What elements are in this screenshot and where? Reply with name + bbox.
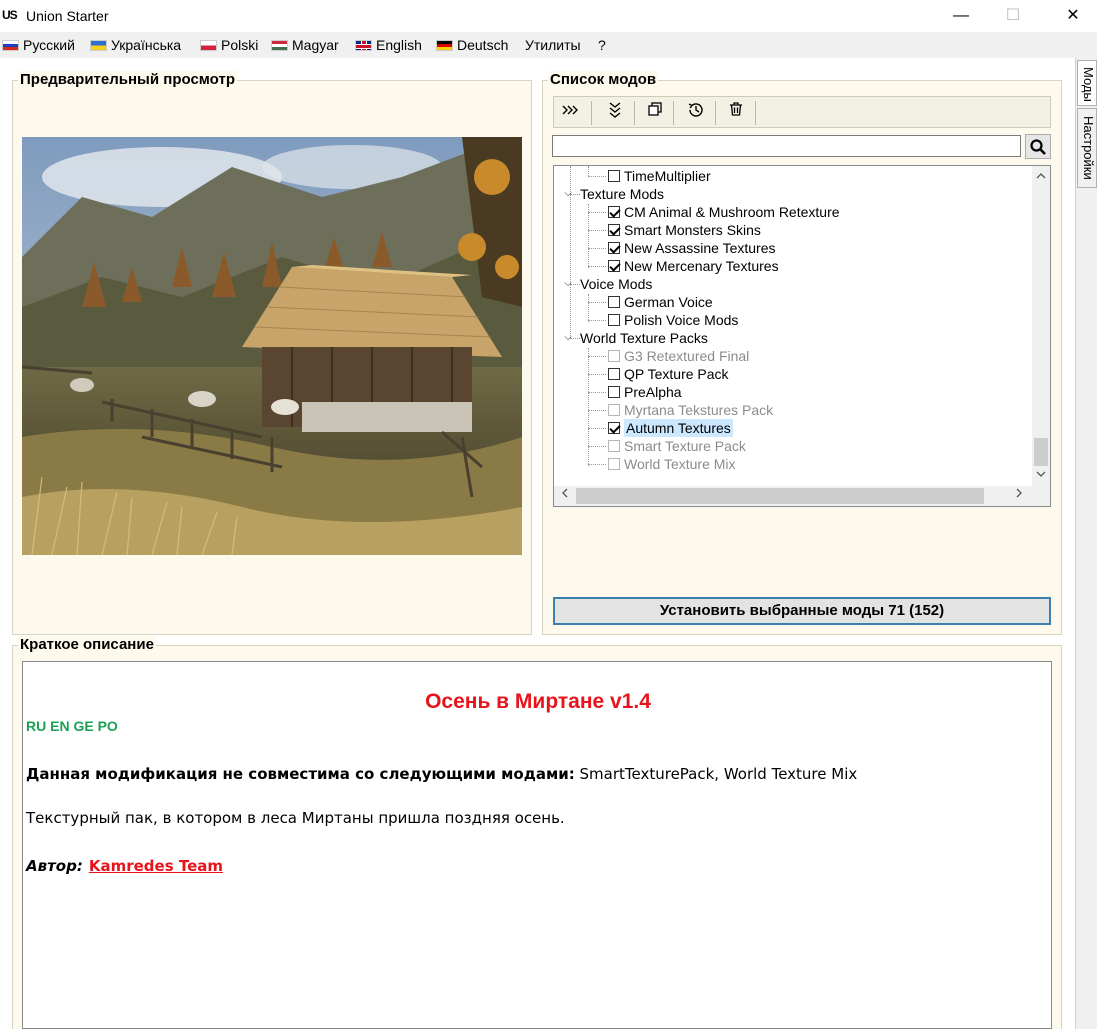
install-selected-button[interactable]: Установить выбранные моды 71 (152) [553, 597, 1051, 625]
menu-lang-ukrainian[interactable]: Українська [90, 37, 181, 53]
menu-lang-russian[interactable]: Русский [2, 37, 75, 53]
menu-label: English [376, 37, 422, 53]
checkbox-disabled [608, 350, 620, 362]
chevron-down-icon[interactable]: ⌵ [562, 275, 574, 293]
tree-item-myrtana-tekstures: Myrtana Tekstures Pack [608, 401, 773, 419]
menu-label: Deutsch [457, 37, 509, 53]
menu-bar: Русский Українська Polski Magyar English… [0, 32, 1097, 58]
tree-item-smart-monsters[interactable]: Smart Monsters Skins [608, 221, 761, 239]
tree-item-g3-retextured: G3 Retextured Final [608, 347, 749, 365]
russia-flag-icon [2, 39, 19, 51]
tree-group-voice-mods[interactable]: ⌵ Voice Mods [562, 275, 652, 293]
tree-item-cm-animal[interactable]: CM Animal & Mushroom Retexture [608, 203, 840, 221]
checkbox-unchecked[interactable] [608, 296, 620, 308]
tab-mods[interactable]: Моды [1077, 60, 1097, 106]
ukraine-flag-icon [90, 39, 107, 51]
modlist-title: Список модов [548, 71, 659, 88]
incompat-label: Данная модификация не совместима со след… [26, 765, 575, 783]
preview-title: Предварительный просмотр [18, 71, 237, 88]
scroll-thumb[interactable] [576, 488, 984, 504]
checkbox-unchecked[interactable] [608, 368, 620, 380]
tree-item-world-texture-mix: World Texture Mix [608, 455, 736, 473]
checkbox-disabled [608, 458, 620, 470]
mod-tree[interactable]: TimeMultiplier ⌵ Texture Mods CM Animal &… [553, 165, 1051, 507]
menu-label: Українська [111, 37, 182, 53]
menu-label: Magyar [292, 37, 339, 53]
description-panel: Осень в Миртане v1.4 RU EN GE PO Данная … [22, 661, 1052, 1029]
menu-utilities[interactable]: Утилиты [525, 37, 581, 53]
scroll-up-icon[interactable] [1032, 168, 1050, 186]
tree-item-polish-voice[interactable]: Polish Voice Mods [608, 311, 738, 329]
hungary-flag-icon [271, 39, 288, 51]
checkbox-unchecked[interactable] [608, 314, 620, 326]
checkbox-unchecked[interactable] [608, 170, 620, 182]
tree-vertical-scrollbar[interactable] [1032, 166, 1050, 488]
checkbox-checked[interactable] [608, 260, 620, 272]
checkbox-checked[interactable] [608, 242, 620, 254]
menu-lang-german[interactable]: Deutsch [436, 37, 508, 53]
tree-item-timemultiplier[interactable]: TimeMultiplier [608, 167, 711, 185]
mod-title: Осень в Миртане v1.4 [425, 690, 651, 713]
search-icon [1030, 139, 1046, 155]
checkbox-checked[interactable] [608, 224, 620, 236]
title-bar: US Union Starter — ☐ ✕ [0, 0, 1097, 32]
tree-item-smart-texture-pack: Smart Texture Pack [608, 437, 746, 455]
window-title: Union Starter [26, 8, 109, 24]
checkbox-disabled [608, 440, 620, 452]
menu-lang-english[interactable]: English [355, 37, 422, 53]
author-label: Автор: [26, 857, 83, 875]
menu-lang-hungarian[interactable]: Magyar [271, 37, 339, 53]
tab-settings[interactable]: Настройки [1077, 108, 1097, 188]
preview-image [22, 137, 522, 555]
mod-languages: RU EN GE PO [26, 718, 118, 734]
close-button[interactable]: ✕ [1050, 0, 1096, 32]
tree-item-autumn-textures[interactable]: Autumn Textures [608, 419, 733, 437]
tree-horizontal-scrollbar[interactable] [554, 486, 1050, 506]
scroll-down-icon[interactable] [1032, 466, 1050, 484]
checkbox-checked[interactable] [608, 422, 620, 434]
trash-icon[interactable] [721, 101, 751, 125]
checkbox-unchecked[interactable] [608, 386, 620, 398]
tree-group-world-textures[interactable]: ⌵ World Texture Packs [562, 329, 708, 347]
tree-item-qp-texture[interactable]: QP Texture Pack [608, 365, 729, 383]
checkbox-disabled [608, 404, 620, 416]
copy-icon[interactable] [640, 101, 670, 125]
incompat-mods: SmartTexturePack, World Texture Mix [574, 765, 858, 783]
tree-item-new-assassine[interactable]: New Assassine Textures [608, 239, 775, 257]
mod-incompatibility: Данная модификация не совместима со след… [26, 765, 857, 783]
menu-label: Русский [23, 37, 75, 53]
side-tab-bar: Моды Настройки [1075, 58, 1097, 1029]
scroll-right-icon[interactable] [1010, 487, 1028, 505]
chevron-down-icon[interactable]: ⌵ [562, 329, 574, 347]
chevron-down-icon[interactable]: ⌵ [562, 185, 574, 203]
mod-search-input[interactable] [552, 135, 1021, 157]
app-logo: US [2, 8, 18, 22]
mod-description-text: Текстурный пак, в котором в леса Миртаны… [26, 809, 565, 827]
description-section-title: Краткое описание [18, 636, 156, 653]
mod-author: Автор: Kamredes Team [26, 857, 223, 875]
menu-lang-polish[interactable]: Polski [200, 37, 258, 53]
history-icon[interactable] [681, 101, 711, 125]
maximize-button[interactable]: ☐ [990, 0, 1036, 32]
modlist-toolbar [553, 96, 1051, 128]
preview-image-art [22, 137, 522, 555]
tree-item-prealpha[interactable]: PreAlpha [608, 383, 682, 401]
collapse-all-icon[interactable] [600, 101, 630, 125]
expand-all-icon[interactable] [556, 101, 586, 125]
search-button[interactable] [1025, 134, 1051, 159]
menu-help[interactable]: ? [598, 37, 606, 53]
menu-label: Polski [221, 37, 259, 53]
scroll-left-icon[interactable] [556, 487, 574, 505]
tree-item-new-mercenary[interactable]: New Mercenary Textures [608, 257, 779, 275]
scroll-thumb[interactable] [1034, 438, 1048, 466]
uk-flag-icon [355, 39, 372, 51]
checkbox-checked[interactable] [608, 206, 620, 218]
minimize-button[interactable]: — [938, 0, 984, 32]
poland-flag-icon [200, 39, 217, 51]
germany-flag-icon [436, 39, 453, 51]
author-link[interactable]: Kamredes Team [89, 857, 223, 875]
tree-group-texture-mods[interactable]: ⌵ Texture Mods [562, 185, 664, 203]
tree-item-german-voice[interactable]: German Voice [608, 293, 713, 311]
